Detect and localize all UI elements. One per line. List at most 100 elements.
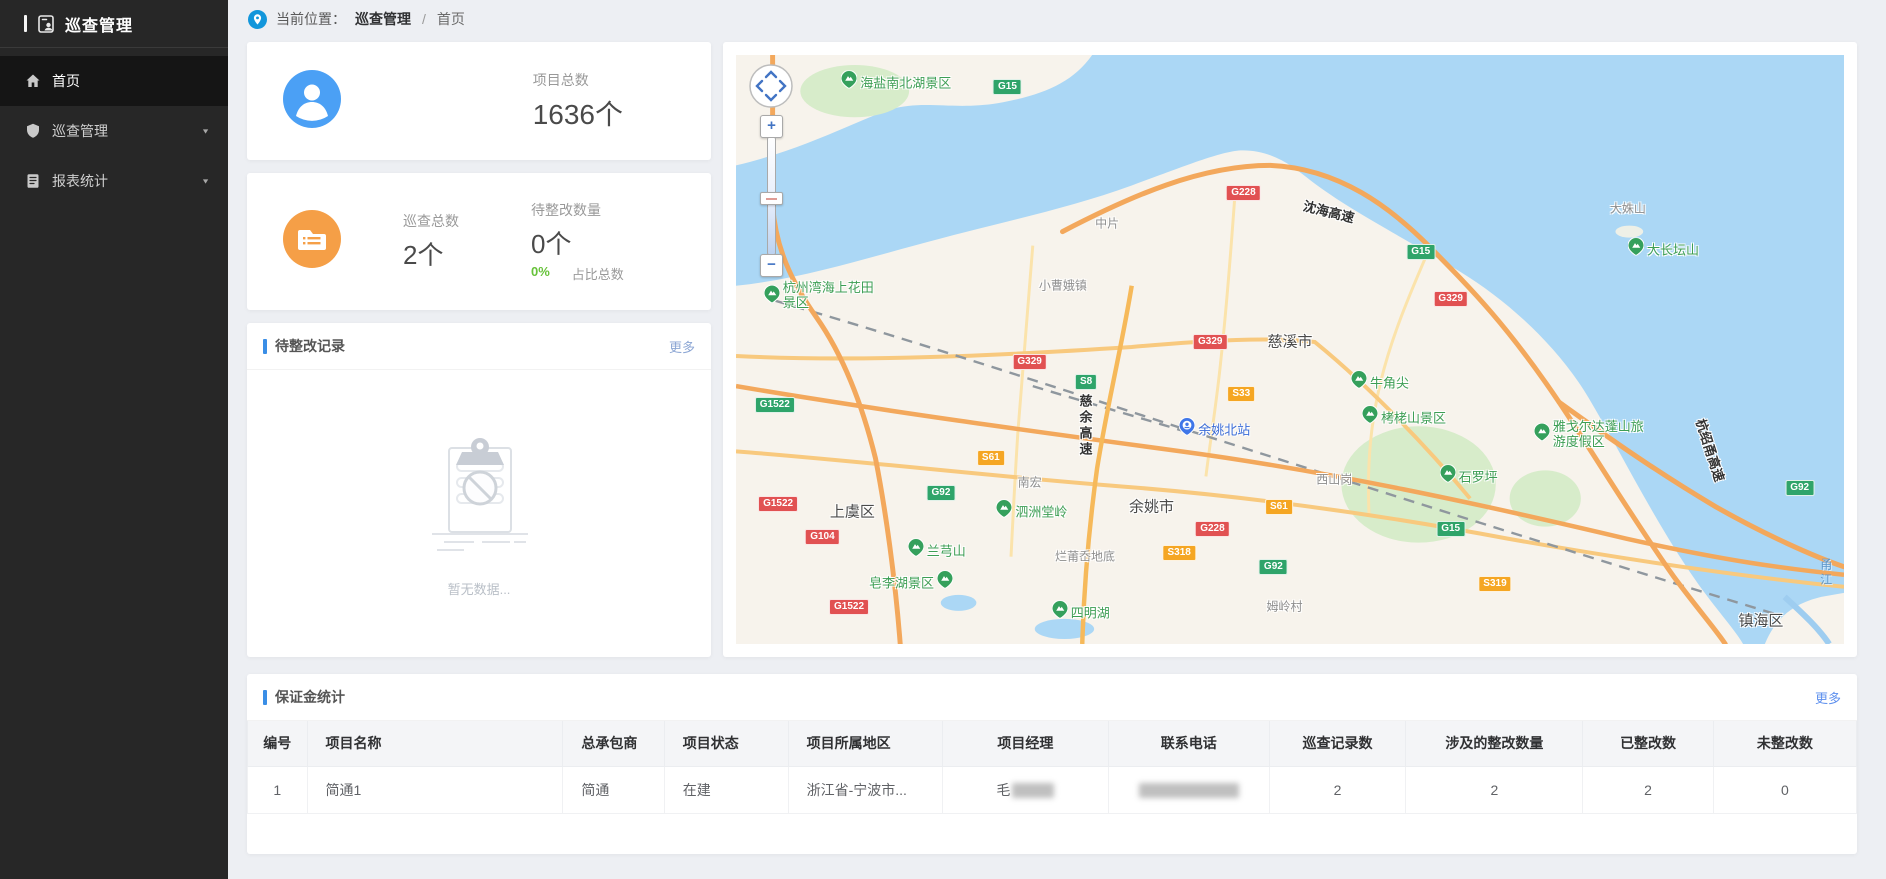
sidebar-item-0[interactable]: 首页 (0, 56, 228, 106)
station-pin-icon (1179, 418, 1195, 441)
sidebar-item-label: 巡查管理 (52, 121, 108, 141)
deposit-stats-more-link[interactable]: 更多 (1815, 688, 1841, 707)
inspection-total-value: 2个 (403, 235, 459, 272)
scenic-pin-icon (1534, 423, 1550, 446)
map-label: S61 (977, 450, 1005, 466)
map-label: G92 (927, 485, 956, 501)
zoom-out-button[interactable]: − (760, 254, 783, 277)
section-accent-bar (263, 690, 267, 705)
sidebar-item-1[interactable]: 巡查管理 ▼ (0, 106, 228, 156)
column-header: 联系电话 (1108, 721, 1269, 766)
map-label: 杭绍甬高速 (1692, 416, 1730, 484)
project-total-label: 项目总数 (533, 70, 623, 90)
map-label: G228 (1226, 185, 1260, 201)
location-pin-icon (248, 10, 267, 29)
scenic-pin-icon (1440, 465, 1456, 488)
map-label: 上虞区 (830, 501, 875, 522)
pending-records-title: 待整改记录 (275, 336, 345, 356)
table-cell: 浙江省-宁波市... (788, 766, 942, 813)
table-cell: 2 (1269, 766, 1406, 813)
map-label: G1522 (829, 599, 869, 615)
map-label: 小曹娥镇 (1039, 276, 1087, 293)
scenic-pin-icon (1351, 370, 1367, 393)
deposit-stats-card: 保证金统计 更多 编号项目名称总承包商项目状态项目所属地区项目经理联系电话巡查记… (247, 674, 1857, 854)
pending-percent: 0% (531, 264, 550, 283)
table-cell: 2 (1406, 766, 1583, 813)
column-header: 巡查记录数 (1269, 721, 1406, 766)
pending-records-more-link[interactable]: 更多 (669, 337, 695, 356)
breadcrumb-current[interactable]: 首页 (437, 9, 465, 29)
column-header: 项目经理 (943, 721, 1109, 766)
map-label: 四明湖 (1052, 600, 1110, 623)
table-cell: 在建 (664, 766, 788, 813)
app-logo: 巡查管理 (0, 0, 228, 48)
map-label: 西山岗 (1316, 471, 1352, 488)
map-canvas[interactable]: 慈溪市余姚市上虞区镇海区中片小曹娥镇大姝山西山岗南宏烂莆岙地底姆岭村海盐南北湖景… (736, 55, 1844, 644)
map-label: 余姚北站 (1179, 418, 1250, 441)
chevron-down-icon: ▼ (201, 127, 210, 135)
map-label: 慈溪市 (1267, 330, 1312, 351)
inspection-stats-card: 巡查总数 2个 待整改数量 0个 0% 占比总数 (247, 173, 711, 310)
breadcrumb-section[interactable]: 巡查管理 (355, 9, 411, 29)
map-label: 皂李湖景区 (869, 571, 953, 594)
map-label: G329 (1193, 334, 1227, 350)
map-label: 石罗坪 (1440, 465, 1498, 488)
map-label: S8 (1075, 374, 1097, 390)
app-title: 巡查管理 (65, 12, 133, 36)
map-label: 海盐南北湖景区 (841, 70, 951, 93)
map-label: G228 (1195, 521, 1229, 537)
map-label: 兰芎山 (908, 538, 966, 561)
scenic-pin-icon (1052, 600, 1068, 623)
home-icon (25, 73, 41, 89)
map-label: 雅戈尔达蓬山旅游度假区 (1534, 420, 1649, 450)
zoom-slider-track[interactable] (767, 137, 776, 255)
map-pan-control[interactable] (748, 63, 794, 114)
sidebar-item-label: 报表统计 (52, 171, 108, 191)
map-label: 甬江 (1818, 558, 1835, 588)
map-label: 泗洲堂岭 (996, 500, 1067, 523)
table-cell: 1 (248, 766, 308, 813)
map-label: 杭州湾海上花田景区 (764, 282, 879, 312)
main-area: 当前位置： 巡查管理 / 首页 项目总数 1636个 (228, 0, 1886, 879)
map-label: G329 (1433, 291, 1467, 307)
map-label: 余姚市 (1129, 495, 1174, 516)
map-label: G1522 (758, 496, 798, 512)
table-cell: 简通 (563, 766, 664, 813)
zoom-in-button[interactable]: + (760, 115, 783, 138)
empty-state: 暂无数据... (247, 370, 711, 657)
map-label: G15 (1406, 244, 1435, 260)
empty-clipboard-icon (404, 430, 554, 563)
breadcrumb-prefix: 当前位置： (276, 9, 346, 29)
column-header: 未整改数 (1713, 721, 1856, 766)
user-avatar-icon (283, 70, 341, 133)
deposit-stats-title: 保证金统计 (275, 687, 345, 707)
sidebar: 巡查管理 首页巡查管理▼报表统计▼ (0, 0, 228, 879)
project-total-value: 1636个 (533, 93, 623, 133)
pending-count-value: 0个 (531, 224, 624, 261)
chevron-down-icon: ▼ (201, 177, 210, 185)
column-header: 项目所属地区 (788, 721, 942, 766)
map-label: S61 (1265, 499, 1293, 515)
sidebar-menu: 首页巡查管理 ▼ 报表统计 ▼ (0, 48, 228, 206)
report-icon (25, 173, 41, 189)
patrol-icon (25, 123, 41, 139)
column-header: 已整改数 (1583, 721, 1713, 766)
table-body: 1简通1简通在建浙江省-宁波市...毛2220 (248, 766, 1857, 813)
table-cell: 0 (1713, 766, 1856, 813)
map-label: S318 (1163, 545, 1196, 561)
breadcrumb: 当前位置： 巡查管理 / 首页 (228, 0, 1886, 38)
sidebar-item-2[interactable]: 报表统计 ▼ (0, 156, 228, 206)
zoom-slider-handle[interactable] (760, 192, 783, 205)
map-label: S33 (1227, 386, 1255, 402)
map-label: 中片 (1095, 214, 1119, 231)
map-label: G15 (1436, 521, 1465, 537)
empty-state-text: 暂无数据... (448, 579, 511, 598)
pending-records-card: 待整改记录 更多 (247, 323, 711, 657)
map-label: 烂莆岙地底 (1055, 547, 1115, 564)
map-label: G1522 (755, 397, 795, 413)
map-label: 大姝山 (1610, 200, 1646, 217)
table-cell: 简通1 (307, 766, 563, 813)
table-cell: 2 (1583, 766, 1713, 813)
table-cell: 毛 (943, 766, 1109, 813)
column-header: 项目状态 (664, 721, 788, 766)
